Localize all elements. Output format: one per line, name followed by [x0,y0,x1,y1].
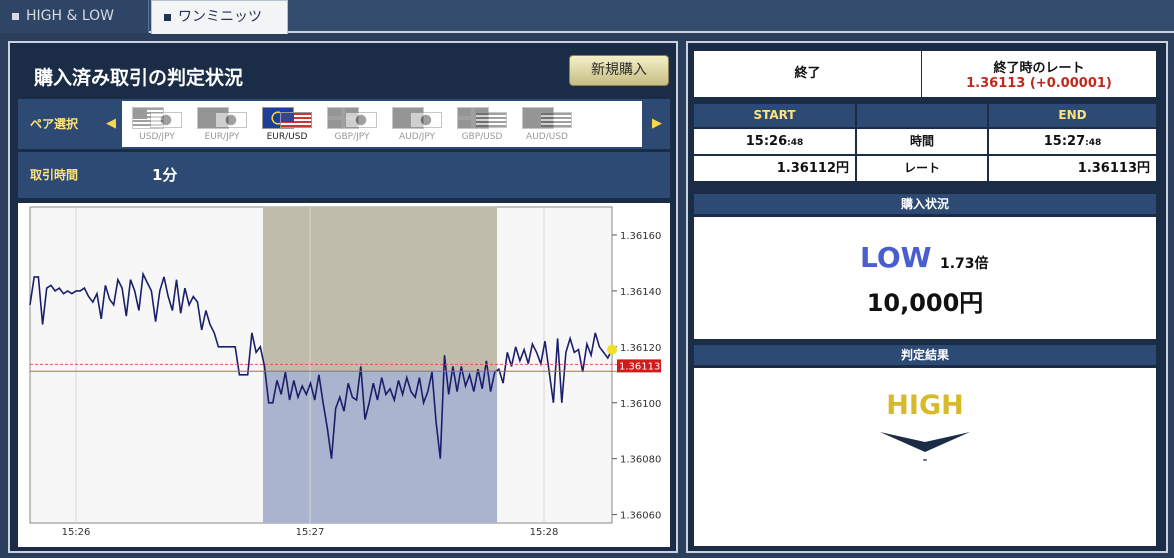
trade-status-panel: 購入済み取引の判定状況 新規購入 ペア選択 ◀ USD/JPY EUR/JPY [8,41,678,553]
trade-time-value: 1分 [152,166,178,184]
end-rate-title: 終了時のレート [993,61,1085,76]
price-chart: 15:26 15:27 15:28 1.36160 1.36140 1.36120 1.36… [18,203,670,547]
trade-time-label: 取引時間 [18,152,90,198]
purchase-direction: LOW [860,241,932,274]
pair-list: USD/JPY EUR/JPY EUR/USD GBP/JPY AUD/JPY … [122,101,642,147]
time-label: 時間 [857,129,987,154]
end-rate-value: 1.36113 (+0.00001) [966,76,1112,91]
x-tick-label: 15:26 [62,527,91,538]
end-time: 15:27:48 [989,129,1156,154]
x-tick-label: 15:27 [296,527,325,538]
pair-usd-jpy[interactable]: USD/JPY [126,105,188,145]
start-time: 15:26:48 [694,129,855,154]
pair-gbp-jpy[interactable]: GBP/JPY [321,105,383,145]
y-tick-label: 1.36080 [620,455,661,466]
tab-high-low[interactable]: HIGH & LOW [0,0,149,33]
square-icon [164,14,171,21]
pair-name: AUD/USD [526,132,568,142]
jp-flag-icon [150,112,182,128]
pair-name: EUR/JPY [204,132,240,142]
current-price-dot [607,344,617,355]
pair-eur-usd[interactable]: EUR/USD [256,105,318,145]
result-header: 判定結果 [694,345,1156,365]
arrow-right-icon[interactable]: ▶ [646,99,668,149]
y-tick-label: 1.36100 [620,399,661,410]
trade-window-upper [263,207,497,370]
pair-name: GBP/JPY [334,132,370,142]
result-direction: HIGH [886,390,964,421]
us-flag-icon [540,112,572,128]
trade-time-row: 取引時間 1分 [18,152,670,198]
pair-gbp-usd[interactable]: GBP/USD [451,105,513,145]
tab-one-minute[interactable]: ワンミニッツ [151,0,288,34]
chevron-down-icon [880,432,970,452]
blank-header [857,104,987,127]
jp-flag-icon [410,112,442,128]
tab-label: ワンミニッツ [178,9,262,25]
pair-eur-jpy[interactable]: EUR/JPY [191,105,253,145]
pair-name: AUD/JPY [398,132,436,142]
tab-label: HIGH & LOW [26,8,115,24]
pair-label: ペア選択 [18,99,90,149]
price-chart-svg: 15:26 15:27 15:28 1.36160 1.36140 1.36120 1.36… [29,206,661,538]
end-rate: 1.36113円 [989,156,1156,181]
trade-status: 終了 [694,51,922,97]
pair-name: EUR/USD [266,132,308,142]
purchase-status: LOW 1.73倍 10,000円 [694,217,1156,339]
arrow-left-icon[interactable]: ◀ [100,99,122,149]
purchase-amount: 10,000円 [866,289,984,317]
start-header: START [694,104,855,127]
us-flag-icon [280,112,312,128]
pair-selector: ペア選択 ◀ USD/JPY EUR/JPY EUR/USD GBP/JPY A… [18,99,670,149]
table-row: 15:26:48 時間 15:27:48 [694,129,1156,154]
x-tick-label: 15:28 [530,527,559,538]
current-rate-label: 1.36113 [619,361,660,372]
trade-detail-panel: 終了 終了時のレート 1.36113 (+0.00001) START END … [686,41,1168,553]
end-header: END [989,104,1156,127]
rate-label: レート [857,156,987,181]
tab-bar: HIGH & LOW ワンミニッツ [0,0,1174,34]
start-rate: 1.36112円 [694,156,855,181]
result-sub: - [922,452,928,468]
table-header-row: START END [694,104,1156,127]
y-tick-label: 1.36060 [620,511,661,522]
panel-title: 購入済み取引の判定状況 [34,67,244,89]
y-tick-label: 1.36140 [620,287,661,298]
jp-flag-icon [345,112,377,128]
square-icon [12,13,19,20]
new-purchase-button[interactable]: 新規購入 [569,55,669,86]
pair-aud-usd[interactable]: AUD/USD [516,105,578,145]
end-summary: 終了 終了時のレート 1.36113 (+0.00001) [694,51,1156,97]
us-flag-icon [475,112,507,128]
payout-multiplier: 1.73倍 [940,256,989,272]
y-tick-label: 1.36120 [620,343,661,354]
purchase-header: 購入状況 [694,194,1156,214]
jp-flag-icon [215,112,247,128]
table-row: 1.36112円 レート 1.36113円 [694,156,1156,181]
trade-window-lower [263,369,497,523]
judgement-result: HIGH - [694,368,1156,546]
y-tick-label: 1.36160 [620,231,661,242]
pair-aud-jpy[interactable]: AUD/JPY [386,105,448,145]
pair-name: GBP/USD [461,132,503,142]
pair-name: USD/JPY [139,132,175,142]
